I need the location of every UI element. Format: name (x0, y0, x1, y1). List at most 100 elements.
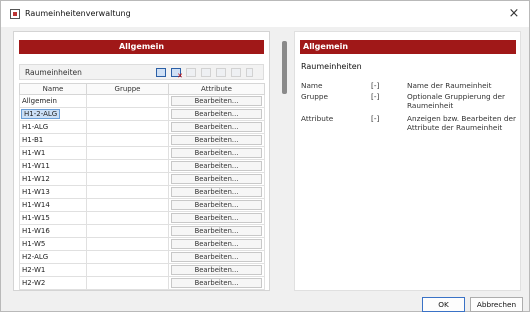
cell-group[interactable] (86, 237, 169, 251)
window-title: Raumeinheitenverwaltung (25, 9, 131, 18)
cell-name[interactable]: H2-W2 (19, 276, 87, 290)
cell-name[interactable]: Allgemein (19, 94, 87, 108)
table-row[interactable]: H2-W1 Bearbeiten... (19, 263, 265, 277)
cell-group[interactable] (86, 120, 169, 134)
help-desc: Optionale Gruppierung der Raumeinheit (407, 92, 506, 110)
cell-attributes: Bearbeiten... (168, 263, 265, 277)
panel-splitter-handle[interactable] (282, 41, 287, 94)
cell-name[interactable]: H1-W14 (19, 198, 87, 212)
cell-name[interactable]: H1-W5 (19, 237, 87, 251)
cell-group[interactable] (86, 185, 169, 199)
table-row[interactable]: H1-B1 Bearbeiten... (19, 133, 265, 147)
edit-attributes-button[interactable]: Bearbeiten... (171, 187, 262, 197)
edit-attributes-button[interactable]: Bearbeiten... (171, 278, 262, 288)
cell-name[interactable]: H1-W1 (19, 146, 87, 160)
cell-group[interactable] (86, 94, 169, 108)
cell-attributes: Bearbeiten... (168, 120, 265, 134)
cell-name[interactable]: H1-W12 (19, 172, 87, 186)
cell-name[interactable]: H1-W13 (19, 185, 87, 199)
help-desc: Anzeigen bzw. Bearbeiten der Attribute d… (407, 114, 516, 132)
table-row[interactable]: Allgemein Bearbeiten... (19, 94, 265, 108)
cancel-button[interactable]: Abbrechen (470, 297, 523, 312)
cell-group[interactable] (86, 133, 169, 147)
cell-attributes: Bearbeiten... (168, 159, 265, 173)
cell-attributes: Bearbeiten... (168, 94, 265, 108)
help-desc: Name der Raumeinheit (407, 81, 492, 90)
cell-group[interactable] (86, 172, 169, 186)
more-icon[interactable] (246, 68, 253, 77)
table-row[interactable]: H2-W2 Bearbeiten... (19, 276, 265, 290)
table-row[interactable]: H2-ALG Bearbeiten... (19, 250, 265, 264)
copy-icon[interactable] (216, 68, 226, 77)
move-up-icon[interactable] (186, 68, 196, 77)
paste-icon[interactable] (231, 68, 241, 77)
cell-group[interactable] (86, 250, 169, 264)
cell-name[interactable]: H1-W15 (19, 211, 87, 225)
close-icon[interactable]: × (505, 5, 523, 23)
table-row[interactable]: H1-W5 Bearbeiten... (19, 237, 265, 251)
name-value: H1-W1 (22, 149, 46, 157)
table-row[interactable]: H1-W1 Bearbeiten... (19, 146, 265, 160)
cell-name[interactable]: H1-ALG (19, 120, 87, 134)
name-value: H1-ALG (22, 123, 49, 131)
name-value: H2-ALG (22, 253, 49, 261)
name-value: H2-W2 (22, 279, 46, 287)
table-header: Name Gruppe Attribute (19, 83, 265, 95)
cell-name[interactable]: H1-B1 (19, 133, 87, 147)
cell-attributes: Bearbeiten... (168, 146, 265, 160)
table-row[interactable]: H1-W13 Bearbeiten... (19, 185, 265, 199)
edit-attributes-button[interactable]: Bearbeiten... (171, 226, 262, 236)
cell-group[interactable] (86, 198, 169, 212)
edit-attributes-button[interactable]: Bearbeiten... (171, 200, 262, 210)
add-row-icon[interactable] (156, 68, 166, 77)
name-value: H1-W13 (22, 188, 50, 196)
col-name-header[interactable]: Name (19, 83, 87, 95)
cell-attributes: Bearbeiten... (168, 237, 265, 251)
table-row[interactable]: H1-W14 Bearbeiten... (19, 198, 265, 212)
table-row[interactable]: H1-W12 Bearbeiten... (19, 172, 265, 186)
edit-attributes-button[interactable]: Bearbeiten... (171, 213, 262, 223)
cell-group[interactable] (86, 107, 169, 121)
cell-name[interactable]: H2-W1 (19, 263, 87, 277)
edit-attributes-button[interactable]: Bearbeiten... (171, 109, 262, 119)
help-heading: Raumeinheiten (301, 62, 362, 71)
section-label: Raumeinheiten (25, 68, 82, 77)
edit-attributes-button[interactable]: Bearbeiten... (171, 148, 262, 158)
cell-name[interactable]: H1-W16 (19, 224, 87, 238)
cell-group[interactable] (86, 146, 169, 160)
edit-attributes-button[interactable]: Bearbeiten... (171, 96, 262, 106)
col-group-header[interactable]: Gruppe (86, 83, 169, 95)
cell-group[interactable] (86, 276, 169, 290)
edit-attributes-button[interactable]: Bearbeiten... (171, 135, 262, 145)
table-row[interactable]: H1-W11 Bearbeiten... (19, 159, 265, 173)
name-value: H1-2-ALG (20, 109, 61, 119)
name-value: H1-W16 (22, 227, 50, 235)
edit-attributes-button[interactable]: Bearbeiten... (171, 252, 262, 262)
help-unit: [-] (371, 114, 380, 123)
cell-group[interactable] (86, 211, 169, 225)
cell-attributes: Bearbeiten... (168, 276, 265, 290)
delete-row-icon[interactable] (171, 68, 183, 80)
table-row[interactable]: H1-W16 Bearbeiten... (19, 224, 265, 238)
room-units-table: Name Gruppe Attribute Allgemein Bearbeite… (19, 83, 265, 290)
edit-attributes-button[interactable]: Bearbeiten... (171, 122, 262, 132)
cell-group[interactable] (86, 224, 169, 238)
edit-attributes-button[interactable]: Bearbeiten... (171, 174, 262, 184)
left-panel: Allgemein Raumeinheiten Name Gruppe Attr… (13, 31, 270, 291)
table-row[interactable]: H1-ALG Bearbeiten... (19, 120, 265, 134)
table-row[interactable]: H1-2-ALG Bearbeiten... (19, 107, 265, 121)
cell-group[interactable] (86, 263, 169, 277)
cell-name[interactable]: H2-ALG (19, 250, 87, 264)
ok-button[interactable]: OK (422, 297, 465, 312)
cell-name[interactable]: H1-W11 (19, 159, 87, 173)
edit-attributes-button[interactable]: Bearbeiten... (171, 265, 262, 275)
cell-name[interactable]: H1-2-ALG (19, 107, 87, 121)
edit-attributes-button[interactable]: Bearbeiten... (171, 161, 262, 171)
edit-attributes-button[interactable]: Bearbeiten... (171, 239, 262, 249)
col-attributes-header[interactable]: Attribute (168, 83, 265, 95)
cell-attributes: Bearbeiten... (168, 107, 265, 121)
move-down-icon[interactable] (201, 68, 211, 77)
table-row[interactable]: H1-W15 Bearbeiten... (19, 211, 265, 225)
app-icon (10, 9, 20, 19)
cell-group[interactable] (86, 159, 169, 173)
